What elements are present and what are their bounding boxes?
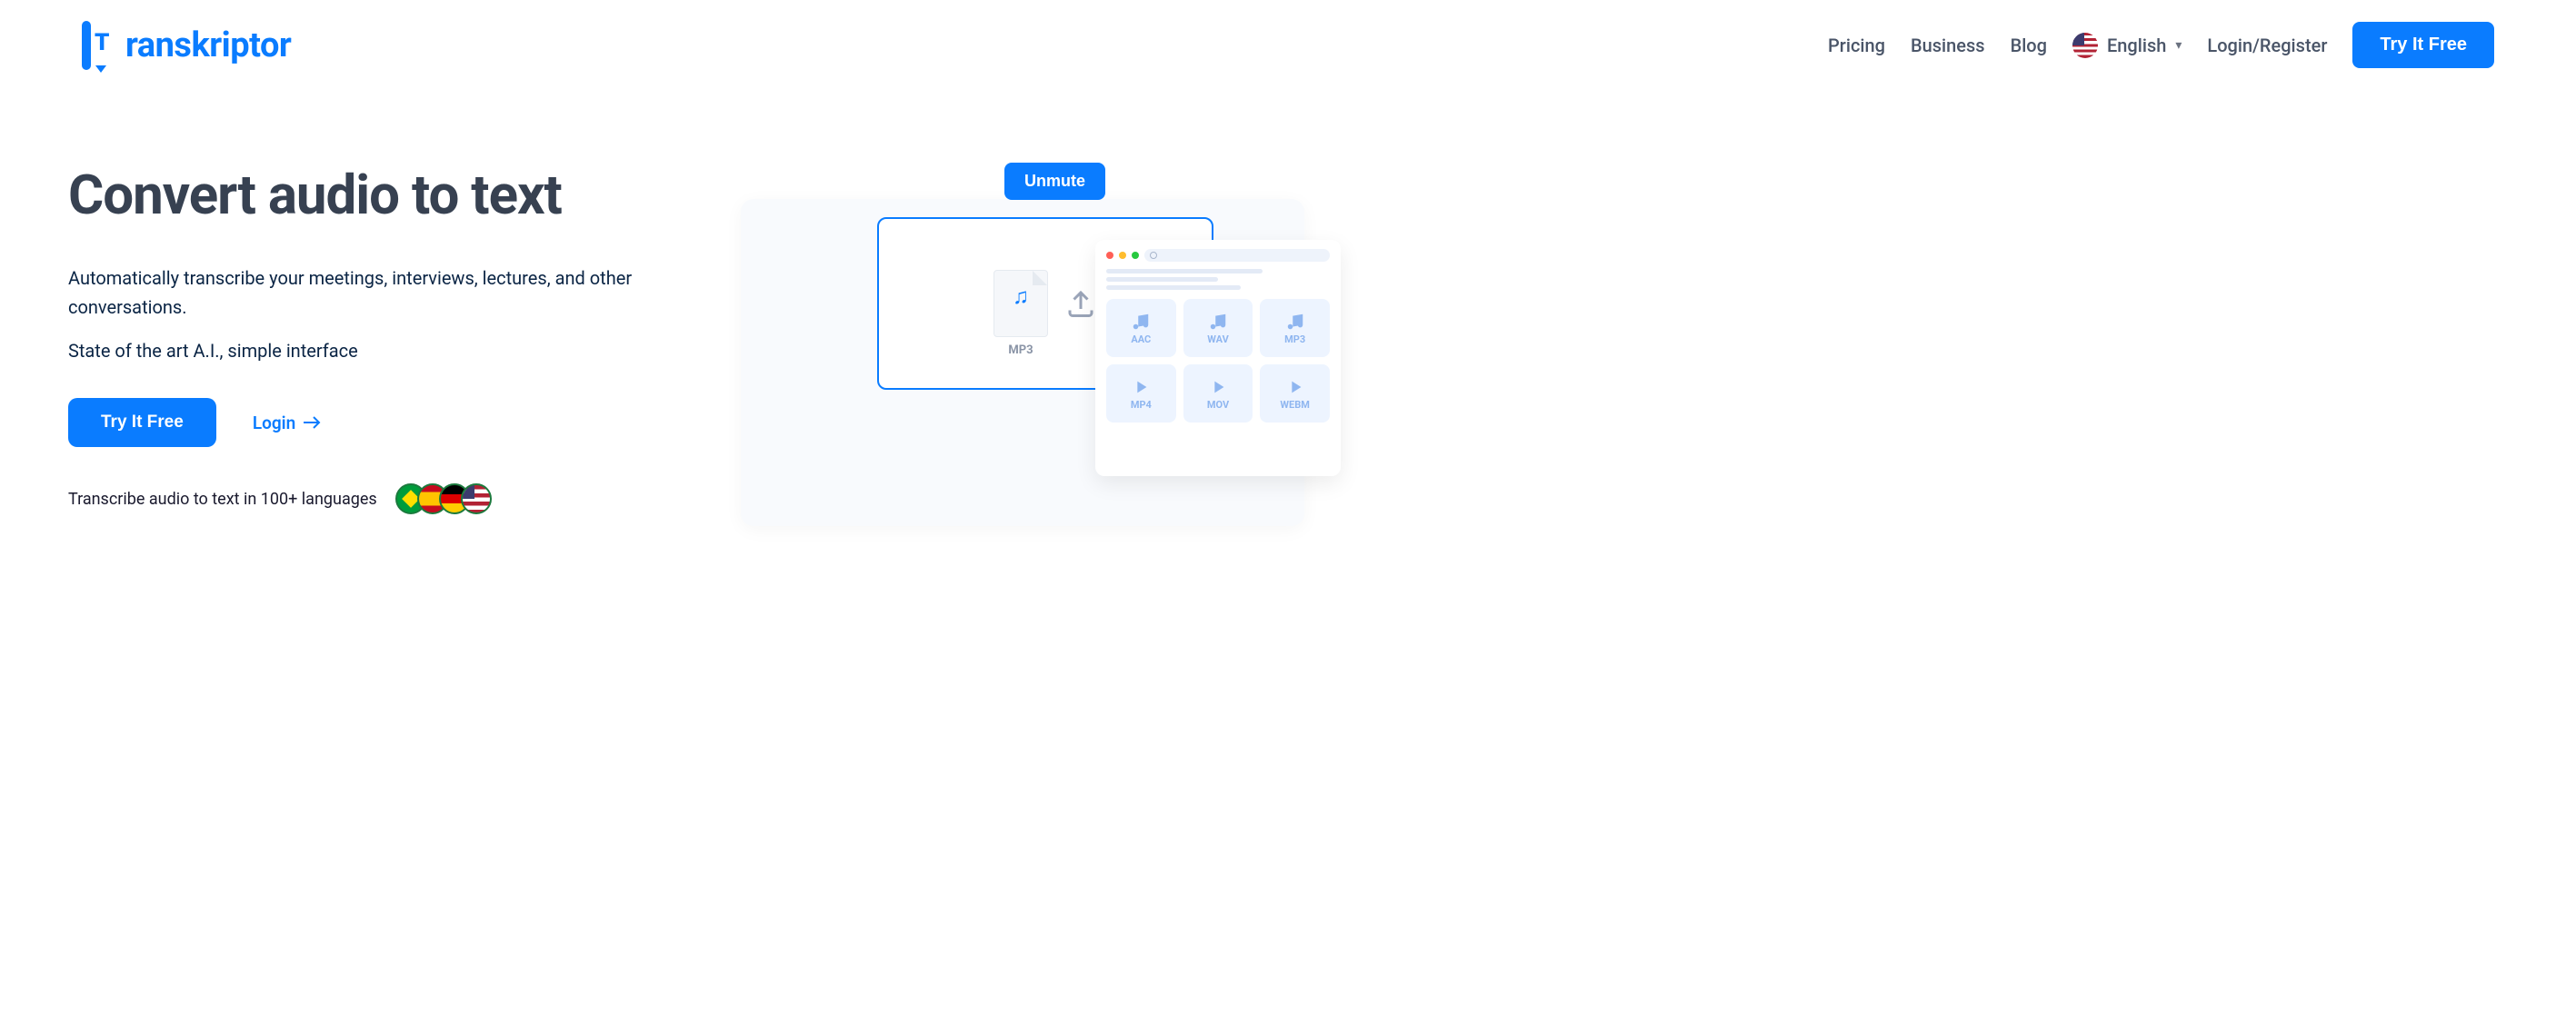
chevron-down-icon: ▾	[2175, 38, 2182, 53]
format-label: WAV	[1207, 333, 1229, 345]
search-bar-icon	[1144, 249, 1330, 262]
music-note-icon: ♫	[1013, 283, 1029, 310]
format-label: WEBM	[1280, 399, 1309, 411]
traffic-light-minimize-icon	[1119, 252, 1126, 259]
site-header: T ranskriptor Pricing Business Blog Engl…	[0, 0, 2576, 90]
format-label: MP3	[1284, 333, 1305, 345]
format-label: MOV	[1207, 399, 1229, 411]
hero-login-link[interactable]: Login	[253, 413, 321, 433]
hero-illustration: Unmute ♫ MP3	[741, 163, 2494, 514]
placeholder-lines	[1106, 269, 1330, 290]
logo-icon: T	[82, 25, 122, 65]
play-icon	[1131, 377, 1151, 397]
format-tile-webm: WEBM	[1260, 364, 1330, 423]
unmute-button[interactable]: Unmute	[1004, 163, 1105, 200]
window-chrome	[1106, 249, 1330, 262]
flag-us-icon	[2072, 33, 2098, 58]
file-icon: ♫	[993, 270, 1048, 337]
music-note-icon	[1208, 312, 1228, 332]
hero-title: Convert audio to text	[68, 163, 686, 227]
nav-pricing[interactable]: Pricing	[1828, 35, 1885, 56]
traffic-light-close-icon	[1106, 252, 1113, 259]
play-icon	[1285, 377, 1305, 397]
nav-business[interactable]: Business	[1911, 35, 1985, 56]
logo[interactable]: T ranskriptor	[82, 25, 291, 65]
music-note-icon	[1131, 312, 1151, 332]
languages-note: Transcribe audio to text in 100+ languag…	[68, 483, 686, 514]
flag-usa-icon	[461, 483, 492, 514]
flag-stack	[395, 483, 492, 514]
primary-nav: Pricing Business Blog English ▾ Login/Re…	[1828, 22, 2494, 68]
hero-subtitle-2: State of the art A.I., simple interface	[68, 336, 686, 365]
format-grid: AAC WAV MP3 MP4 MOV	[1106, 299, 1330, 423]
hero-subtitle-1: Automatically transcribe your meetings, …	[68, 263, 686, 322]
hero-section: Convert audio to text Automatically tran…	[0, 90, 2576, 551]
language-selector[interactable]: English ▾	[2072, 33, 2182, 58]
hero-cta-button[interactable]: Try It Free	[68, 398, 216, 447]
language-label: English	[2107, 35, 2166, 56]
languages-text: Transcribe audio to text in 100+ languag…	[68, 490, 377, 509]
formats-panel: AAC WAV MP3 MP4 MOV	[1095, 240, 1341, 476]
format-tile-wav: WAV	[1183, 299, 1253, 357]
format-label: MP4	[1131, 399, 1152, 411]
format-tile-mov: MOV	[1183, 364, 1253, 423]
arrow-right-icon	[303, 416, 321, 429]
nav-blog[interactable]: Blog	[2011, 35, 2047, 56]
format-label: AAC	[1131, 333, 1151, 345]
header-cta-button[interactable]: Try It Free	[2352, 22, 2494, 68]
play-icon	[1208, 377, 1228, 397]
traffic-light-zoom-icon	[1132, 252, 1139, 259]
hero-actions: Try It Free Login	[68, 398, 686, 447]
file-extension-label: MP3	[1008, 343, 1033, 357]
hero-copy: Convert audio to text Automatically tran…	[68, 163, 686, 514]
upload-icon	[1064, 287, 1097, 320]
format-tile-mp3: MP3	[1260, 299, 1330, 357]
logo-text: ranskriptor	[125, 25, 291, 65]
format-tile-mp4: MP4	[1106, 364, 1176, 423]
music-note-icon	[1285, 312, 1305, 332]
hero-login-label: Login	[253, 413, 295, 433]
nav-login-register[interactable]: Login/Register	[2207, 35, 2327, 56]
format-tile-aac: AAC	[1106, 299, 1176, 357]
